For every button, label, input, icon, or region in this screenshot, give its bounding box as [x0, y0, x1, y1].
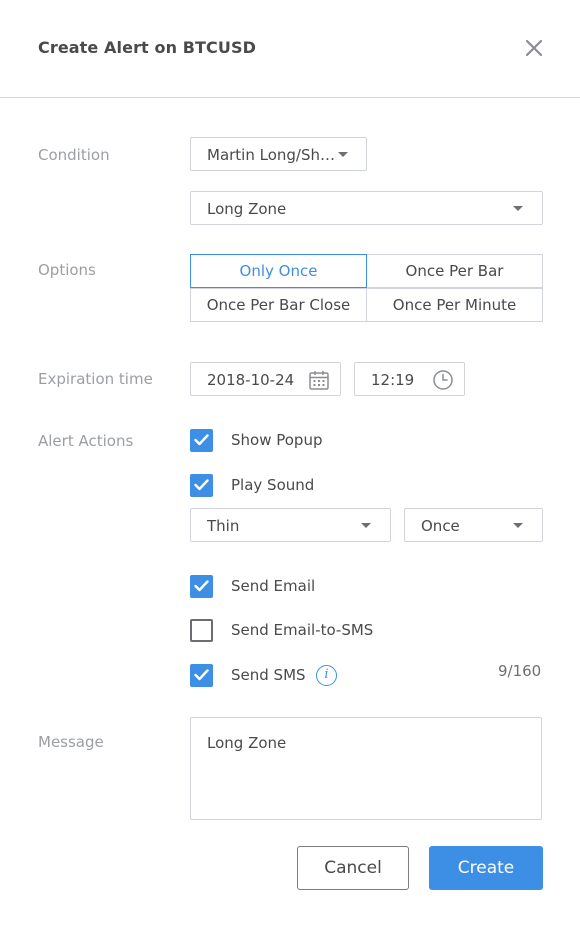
play-sound-checkbox[interactable]: [190, 474, 213, 497]
condition-indicator-value: Martin Long/Sh…: [207, 146, 336, 164]
dialog-title: Create Alert on BTCUSD: [38, 38, 256, 57]
expiration-time-value: 12:19: [371, 371, 415, 389]
close-icon[interactable]: [522, 36, 546, 60]
send-email-label[interactable]: Send Email: [231, 577, 315, 595]
play-sound-label[interactable]: Play Sound: [231, 476, 314, 494]
expiration-time-field[interactable]: 12:19: [354, 362, 465, 396]
show-popup-label[interactable]: Show Popup: [231, 431, 322, 449]
send-email-checkbox[interactable]: [190, 575, 213, 598]
chevron-down-icon: [338, 152, 348, 157]
sound-repeat-select[interactable]: Once: [404, 508, 543, 542]
options-label: Options: [38, 261, 96, 279]
option-once-per-minute[interactable]: Once Per Minute: [366, 288, 543, 322]
sound-repeat-value: Once: [421, 517, 460, 535]
clock-icon[interactable]: [432, 369, 454, 391]
show-popup-checkbox[interactable]: [190, 429, 213, 452]
condition-indicator-select[interactable]: Martin Long/Sh…: [190, 137, 367, 171]
chevron-down-icon: [513, 523, 523, 528]
calendar-icon[interactable]: [308, 369, 330, 391]
alert-actions-label: Alert Actions: [38, 432, 134, 450]
dialog-header: Create Alert on BTCUSD: [0, 0, 580, 98]
message-textarea[interactable]: Long Zone: [190, 717, 542, 820]
chevron-down-icon: [513, 206, 523, 211]
condition-label: Condition: [38, 146, 110, 164]
send-sms-label[interactable]: Send SMS: [231, 666, 306, 684]
expiration-label: Expiration time: [38, 370, 153, 388]
message-label: Message: [38, 733, 104, 751]
chevron-down-icon: [361, 523, 371, 528]
send-email-to-sms-label[interactable]: Send Email-to-SMS: [231, 621, 373, 639]
cancel-button[interactable]: Cancel: [297, 846, 409, 890]
expiration-date-value: 2018-10-24: [207, 371, 295, 389]
expiration-date-field[interactable]: 2018-10-24: [190, 362, 341, 396]
option-only-once[interactable]: Only Once: [190, 254, 367, 288]
send-email-to-sms-checkbox[interactable]: [190, 619, 213, 642]
create-button[interactable]: Create: [429, 846, 543, 890]
sound-name-select[interactable]: Thin: [190, 508, 391, 542]
option-once-per-bar-close[interactable]: Once Per Bar Close: [190, 288, 367, 322]
send-sms-checkbox[interactable]: [190, 664, 213, 687]
sound-name-value: Thin: [207, 517, 240, 535]
message-text: Long Zone: [207, 734, 287, 752]
condition-zone-select[interactable]: Long Zone: [190, 191, 543, 225]
info-icon[interactable]: i: [316, 665, 337, 686]
sms-character-counter: 9/160: [498, 662, 542, 680]
option-once-per-bar[interactable]: Once Per Bar: [366, 254, 543, 288]
condition-zone-value: Long Zone: [207, 200, 287, 218]
